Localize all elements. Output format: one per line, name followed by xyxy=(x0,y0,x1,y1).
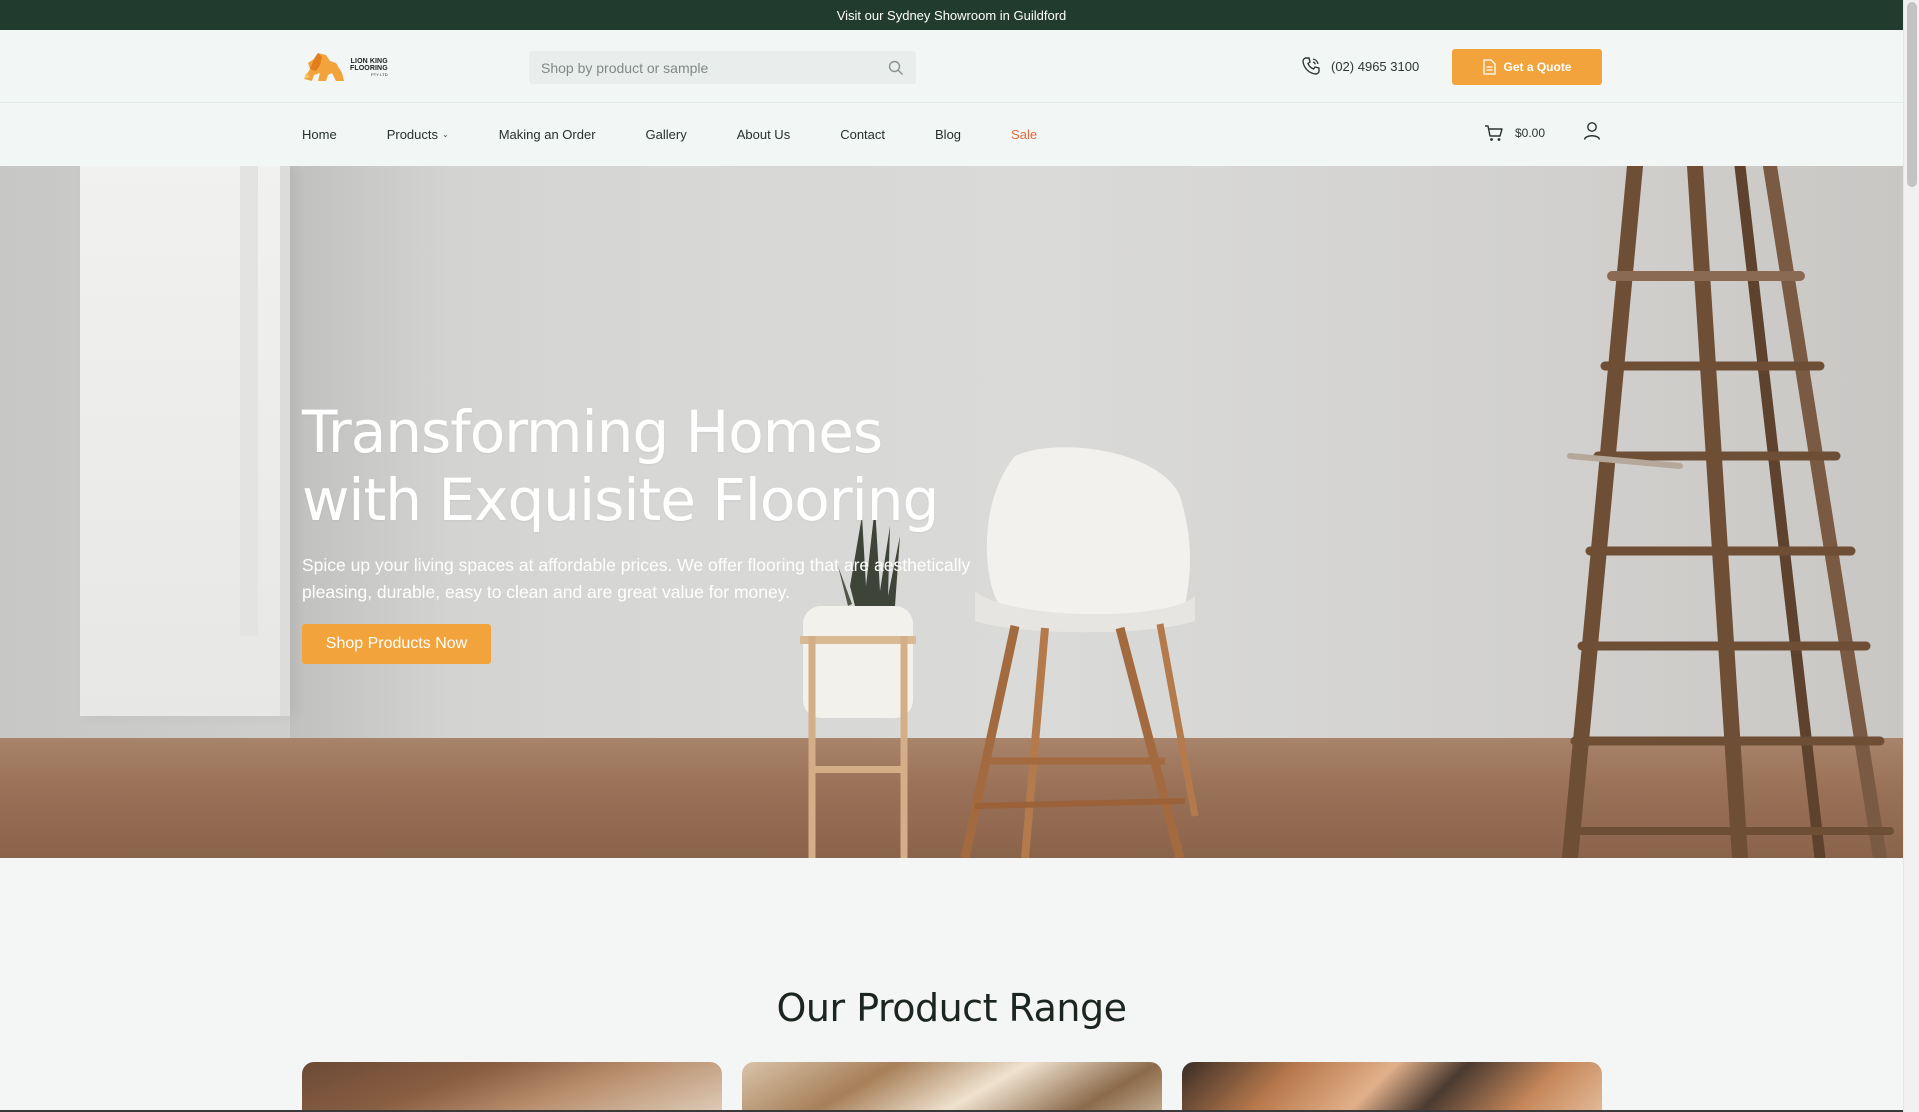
hero-content: Transforming Homes with Exquisite Floori… xyxy=(302,398,982,664)
user-icon[interactable] xyxy=(1583,121,1601,141)
chevron-down-icon: ⌄ xyxy=(442,130,449,139)
nav-item-label: Sale xyxy=(1011,127,1038,142)
announcement-bar: Visit our Sydney Showroom in Guildford xyxy=(0,0,1903,30)
nav-item-contact[interactable]: Contact xyxy=(840,127,885,142)
cart-total: $0.00 xyxy=(1515,126,1546,140)
hero-title-line-2: with Exquisite Flooring xyxy=(302,466,939,534)
announcement-text[interactable]: Visit our Sydney Showroom in Guildford xyxy=(837,8,1067,23)
document-icon xyxy=(1483,59,1497,75)
phone-number: (02) 4965 3100 xyxy=(1331,58,1420,74)
search-icon[interactable] xyxy=(888,60,904,76)
hero-title: Transforming Homes with Exquisite Floori… xyxy=(302,398,982,534)
logo-line-3: PTY LTD xyxy=(370,71,388,77)
nav-item-label: Gallery xyxy=(645,127,687,142)
logo-wordmark: LION KING FLOORING PTY LTD xyxy=(350,58,388,77)
shop-products-button[interactable]: Shop Products Now xyxy=(302,624,491,664)
nav-item-label: About Us xyxy=(736,127,791,142)
nav-item-label: Products xyxy=(386,127,438,142)
product-card[interactable] xyxy=(1182,1062,1602,1112)
nav-item-blog[interactable]: Blog xyxy=(935,127,961,142)
hero-subtitle: Spice up your living spaces at affordabl… xyxy=(302,555,971,602)
get-a-quote-button[interactable]: Get a Quote xyxy=(1452,49,1602,85)
nav-item-home[interactable]: Home xyxy=(302,127,337,142)
nav-list: Home Products ⌄ Making an Order Gallery … xyxy=(302,103,1087,166)
logo-line-2: FLOORING xyxy=(350,64,388,72)
viewport: Visit our Sydney Showroom in Guildford L… xyxy=(0,0,1919,1112)
site-header: LION KING FLOORING PTY LTD (02) 4 xyxy=(0,30,1903,103)
main-nav: Home Products ⌄ Making an Order Gallery … xyxy=(0,103,1903,166)
nav-item-sale[interactable]: Sale xyxy=(1011,127,1037,142)
nav-item-making-an-order[interactable]: Making an Order xyxy=(499,127,596,142)
cart-button[interactable]: $0.00 xyxy=(1484,123,1545,143)
nav-item-gallery[interactable]: Gallery xyxy=(646,127,687,142)
product-card[interactable] xyxy=(742,1062,1162,1112)
product-range-section: Our Product Range xyxy=(0,858,1903,1112)
search-box xyxy=(529,51,916,84)
nav-item-label: Home xyxy=(302,127,337,142)
hero-banner: Transforming Homes with Exquisite Floori… xyxy=(0,166,1903,858)
nav-item-label: Blog xyxy=(935,127,962,142)
phone-contact[interactable]: (02) 4965 3100 xyxy=(1301,56,1419,76)
page-scrollbar[interactable] xyxy=(1903,0,1919,1112)
product-range-heading: Our Product Range xyxy=(776,986,1128,1030)
nav-item-label: Making an Order xyxy=(498,127,596,142)
site-logo[interactable]: LION KING FLOORING PTY LTD xyxy=(302,49,394,85)
cart-icon xyxy=(1485,125,1503,141)
search-input[interactable] xyxy=(541,59,888,76)
lion-logo-icon xyxy=(304,53,344,81)
chair-image xyxy=(960,447,1199,858)
logo-line-1: LION KING xyxy=(350,57,388,65)
nav-item-label: Contact xyxy=(840,127,886,142)
get-a-quote-label: Get a Quote xyxy=(1503,60,1572,74)
nav-item-products[interactable]: Products ⌄ xyxy=(387,127,449,142)
scrollbar-thumb[interactable] xyxy=(1907,2,1917,187)
phone-icon xyxy=(1302,57,1320,75)
ladder-image xyxy=(1562,166,1894,858)
product-cards xyxy=(302,1062,1602,1112)
nav-item-about-us[interactable]: About Us xyxy=(737,127,790,142)
product-card[interactable] xyxy=(302,1062,722,1112)
page: Visit our Sydney Showroom in Guildford L… xyxy=(0,0,1903,1112)
hero-title-line-1: Transforming Homes xyxy=(302,398,883,466)
